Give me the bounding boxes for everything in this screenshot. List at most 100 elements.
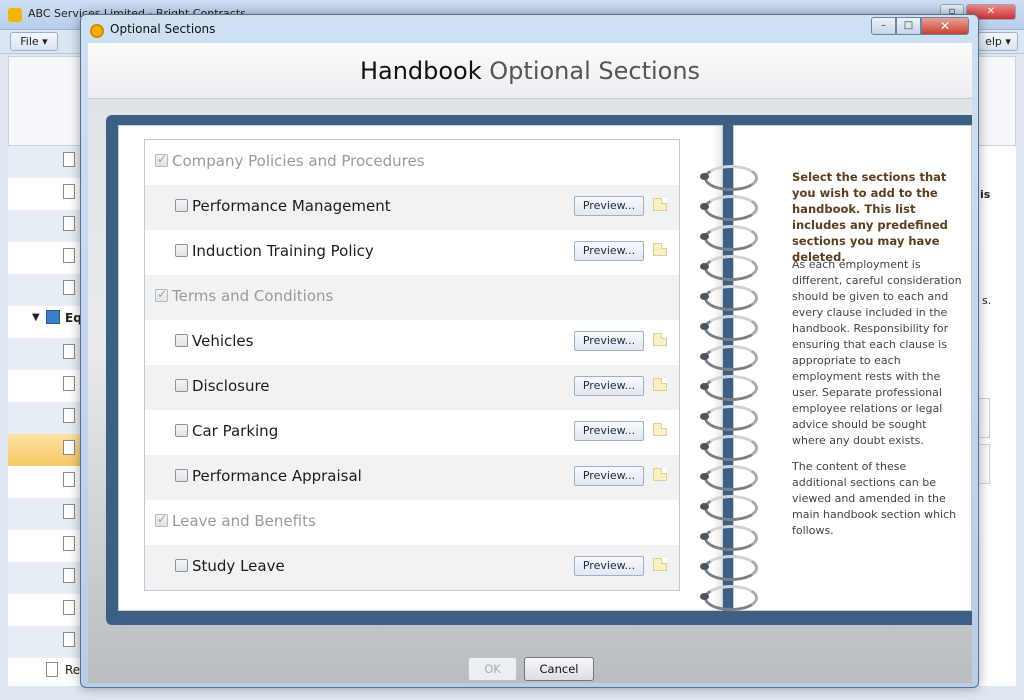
- section-checkbox[interactable]: [175, 244, 188, 257]
- section-checkbox[interactable]: [175, 379, 188, 392]
- spiral-ring: [700, 193, 758, 221]
- note-icon[interactable]: [653, 333, 667, 346]
- expand-arrow-icon[interactable]: ▼: [32, 312, 40, 323]
- background-text-fragment: s.: [982, 294, 992, 307]
- tree-row[interactable]: [8, 562, 82, 594]
- instructions-paragraph: The content of these additional sections…: [792, 460, 957, 537]
- section-row: Disclosure Preview...: [145, 365, 679, 410]
- section-row: Performance Management Preview...: [145, 185, 679, 230]
- sections-list: Company Policies and Procedures Performa…: [144, 139, 680, 591]
- document-icon: [63, 632, 75, 647]
- spiral-ring: [700, 223, 758, 251]
- preview-button[interactable]: Preview...: [574, 241, 644, 261]
- spiral-ring: [700, 373, 758, 401]
- dialog-title: Optional Sections: [110, 22, 216, 36]
- tree-row[interactable]: [8, 274, 82, 306]
- section-checkbox[interactable]: [175, 334, 188, 347]
- tree-row[interactable]: [8, 498, 82, 530]
- spiral-ring: [700, 463, 758, 491]
- section-checkbox[interactable]: [175, 199, 188, 212]
- dialog-content: Handbook Optional Sections Company Polic…: [88, 43, 972, 683]
- document-icon: [63, 504, 75, 519]
- instructions-paragraph: As each employment is different, careful…: [792, 258, 962, 447]
- document-icon: [63, 184, 75, 199]
- preview-button[interactable]: Preview...: [574, 556, 644, 576]
- section-label[interactable]: Vehicles: [192, 332, 253, 350]
- document-icon: [63, 248, 75, 263]
- background-field: [978, 398, 990, 438]
- document-icon: [63, 344, 75, 359]
- tree-row[interactable]: [8, 402, 82, 434]
- section-row: Car Parking Preview...: [145, 410, 679, 455]
- note-icon[interactable]: [653, 378, 667, 391]
- app-logo-icon: [8, 8, 22, 22]
- section-label[interactable]: Disclosure: [192, 377, 270, 395]
- section-checkbox[interactable]: [175, 559, 188, 572]
- section-checkbox[interactable]: [175, 469, 188, 482]
- tree-row[interactable]: [8, 530, 82, 562]
- spiral-ring: [700, 493, 758, 521]
- file-menu-button[interactable]: File ▾: [10, 32, 58, 51]
- document-icon: [63, 216, 75, 231]
- minimize-button[interactable]: –: [871, 17, 896, 35]
- folder-icon: [46, 310, 60, 324]
- preview-button[interactable]: Preview...: [574, 196, 644, 216]
- book-spiral-binding: [700, 163, 760, 623]
- section-group-row[interactable]: Company Policies and Procedures: [145, 140, 679, 185]
- spiral-ring: [700, 313, 758, 341]
- spiral-ring: [700, 523, 758, 551]
- section-label[interactable]: Performance Appraisal: [192, 467, 362, 485]
- preview-button[interactable]: Preview...: [574, 466, 644, 486]
- spiral-ring: [700, 553, 758, 581]
- note-icon[interactable]: [653, 198, 667, 211]
- tree-row[interactable]: [8, 466, 82, 498]
- note-icon[interactable]: [653, 468, 667, 481]
- group-checkbox: [155, 152, 168, 167]
- document-icon: [63, 280, 75, 295]
- tree-row[interactable]: [8, 210, 82, 242]
- section-row: Induction Training Policy Preview...: [145, 230, 679, 275]
- note-icon[interactable]: [653, 423, 667, 436]
- help-menu-button[interactable]: elp ▾: [978, 32, 1018, 51]
- background-field: [978, 444, 990, 484]
- section-checkbox[interactable]: [175, 424, 188, 437]
- close-button[interactable]: ✕: [921, 17, 969, 35]
- spiral-ring: [700, 433, 758, 461]
- section-group-label: Company Policies and Procedures: [172, 152, 425, 170]
- tree-row[interactable]: [8, 370, 82, 402]
- section-label[interactable]: Performance Management: [192, 197, 391, 215]
- tree-row[interactable]: [8, 626, 82, 658]
- tree-row[interactable]: [8, 338, 82, 370]
- document-icon: [63, 376, 75, 391]
- page-title-bold: Handbook: [359, 57, 482, 85]
- tree-row[interactable]: [8, 242, 82, 274]
- group-checkbox: [155, 287, 168, 302]
- section-label[interactable]: Induction Training Policy: [192, 242, 374, 260]
- spiral-ring: [700, 253, 758, 281]
- page-title-light: Optional Sections: [489, 57, 701, 85]
- preview-button[interactable]: Preview...: [574, 331, 644, 351]
- tree-row[interactable]: [8, 146, 82, 178]
- note-icon[interactable]: [653, 243, 667, 256]
- section-group-row[interactable]: Terms and Conditions: [145, 275, 679, 320]
- instructions-heading: Select the sections that you wish to add…: [792, 170, 948, 264]
- note-icon[interactable]: [653, 558, 667, 571]
- tree-item-label[interactable]: Re: [65, 663, 80, 677]
- tree-row[interactable]: [8, 594, 82, 626]
- document-icon: [63, 536, 75, 551]
- maximize-button[interactable]: □: [896, 17, 921, 35]
- section-group-row[interactable]: Leave and Benefits: [145, 500, 679, 545]
- ok-button[interactable]: OK: [468, 657, 517, 681]
- tree-row[interactable]: [8, 178, 82, 210]
- background-text-fragment: is: [980, 188, 991, 201]
- cancel-button[interactable]: Cancel: [524, 657, 594, 681]
- spiral-ring: [700, 343, 758, 371]
- preview-button[interactable]: Preview...: [574, 376, 644, 396]
- section-label[interactable]: Study Leave: [192, 557, 285, 575]
- background-tree-panel: [8, 146, 82, 686]
- preview-button[interactable]: Preview...: [574, 421, 644, 441]
- tree-row-selected[interactable]: [8, 434, 82, 466]
- spiral-ring: [700, 283, 758, 311]
- section-label[interactable]: Car Parking: [192, 422, 278, 440]
- document-icon: [63, 600, 75, 615]
